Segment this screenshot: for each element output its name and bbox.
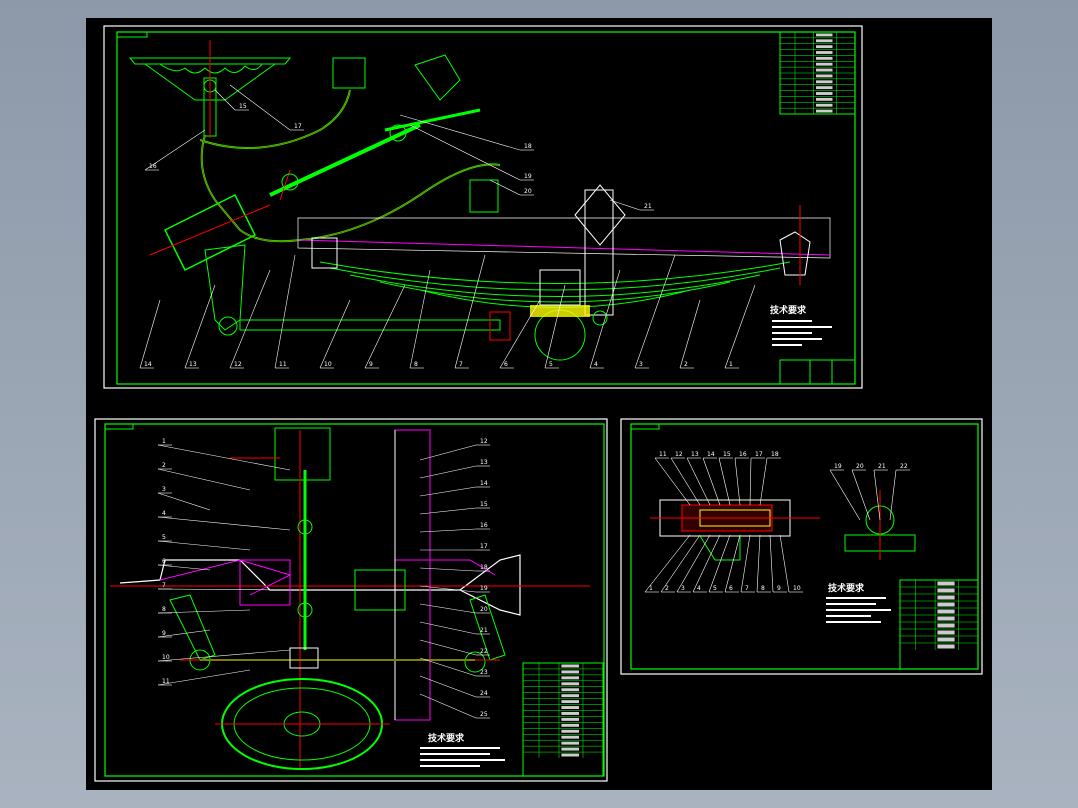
callout-label: 17	[755, 451, 763, 458]
callout-label: 16	[739, 451, 747, 458]
cad-viewport[interactable]: 技术要求 14 13 12 11 10 9 8 7 6 5 4 3 2 115161718192021	[0, 0, 1078, 808]
callout-label: 17	[294, 123, 302, 130]
callout-label: 5	[549, 361, 553, 368]
callout-label: 8	[414, 361, 418, 368]
callout-label: 19	[524, 173, 532, 180]
callout-label: 15	[480, 501, 488, 508]
callout-label: 20	[524, 188, 532, 195]
callout-label: 6	[504, 361, 508, 368]
callout-label: 14	[144, 361, 152, 368]
callout-label: 13	[480, 459, 488, 466]
callout-label: 12	[234, 361, 242, 368]
callout-label: 14	[707, 451, 715, 458]
callout-label: 11	[279, 361, 287, 368]
callout-label: 3	[639, 361, 643, 368]
callout-label: 8	[761, 585, 765, 592]
callout-label: 10	[793, 585, 801, 592]
callout-label: 8	[162, 606, 166, 613]
callout-label: 18	[524, 143, 532, 150]
callout-label: 10	[162, 654, 170, 661]
notes-heading: 技术要求	[828, 582, 865, 594]
callout-label: 22	[480, 648, 488, 655]
callout-label: 7	[459, 361, 463, 368]
callout-label: 24	[480, 690, 488, 697]
callout-label: 12	[480, 438, 488, 445]
callout-label: 15	[239, 103, 247, 110]
callout-label: 11	[162, 678, 170, 685]
callout-label: 6	[729, 585, 733, 592]
callout-label: 7	[745, 585, 749, 592]
notes-heading: 技术要求	[428, 732, 465, 744]
callout-label: 17	[480, 543, 488, 550]
callout-label: 2	[684, 361, 688, 368]
callout-label: 19	[480, 585, 488, 592]
callout-label: 4	[162, 510, 166, 517]
callout-label: 13	[189, 361, 197, 368]
callout-label: 6	[162, 558, 166, 565]
callout-label: 4	[594, 361, 598, 368]
callout-label: 1	[162, 438, 166, 445]
callout-label: 18	[480, 564, 488, 571]
callout-label: 21	[480, 627, 488, 634]
callout-label: 13	[691, 451, 699, 458]
callout-label: 15	[723, 451, 731, 458]
callout-label: 3	[681, 585, 685, 592]
callout-label: 9	[369, 361, 373, 368]
callout-label: 16	[480, 522, 488, 529]
callout-label: 1	[649, 585, 653, 592]
callout-label: 7	[162, 582, 166, 589]
callout-label: 9	[777, 585, 781, 592]
callout-label: 9	[162, 630, 166, 637]
callout-label: 5	[162, 534, 166, 541]
callout-label: 4	[697, 585, 701, 592]
callout-label: 2	[162, 462, 166, 469]
callout-label: 20	[480, 606, 488, 613]
callout-label: 22	[900, 463, 908, 470]
callout-label: 21	[878, 463, 886, 470]
callout-label: 2	[665, 585, 669, 592]
callout-label: 18	[771, 451, 779, 458]
callout-label: 14	[480, 480, 488, 487]
callout-label: 20	[856, 463, 864, 470]
callout-label: 16	[149, 163, 157, 170]
notes-heading: 技术要求	[770, 304, 807, 316]
callout-label: 3	[162, 486, 166, 493]
callout-label: 25	[480, 711, 488, 718]
callout-label: 5	[713, 585, 717, 592]
callout-label: 23	[480, 669, 488, 676]
callout-label: 11	[659, 451, 667, 458]
callout-label: 19	[834, 463, 842, 470]
callout-label: 12	[675, 451, 683, 458]
callout-label: 10	[324, 361, 332, 368]
callout-label: 1	[729, 361, 733, 368]
callout-label: 21	[644, 203, 652, 210]
